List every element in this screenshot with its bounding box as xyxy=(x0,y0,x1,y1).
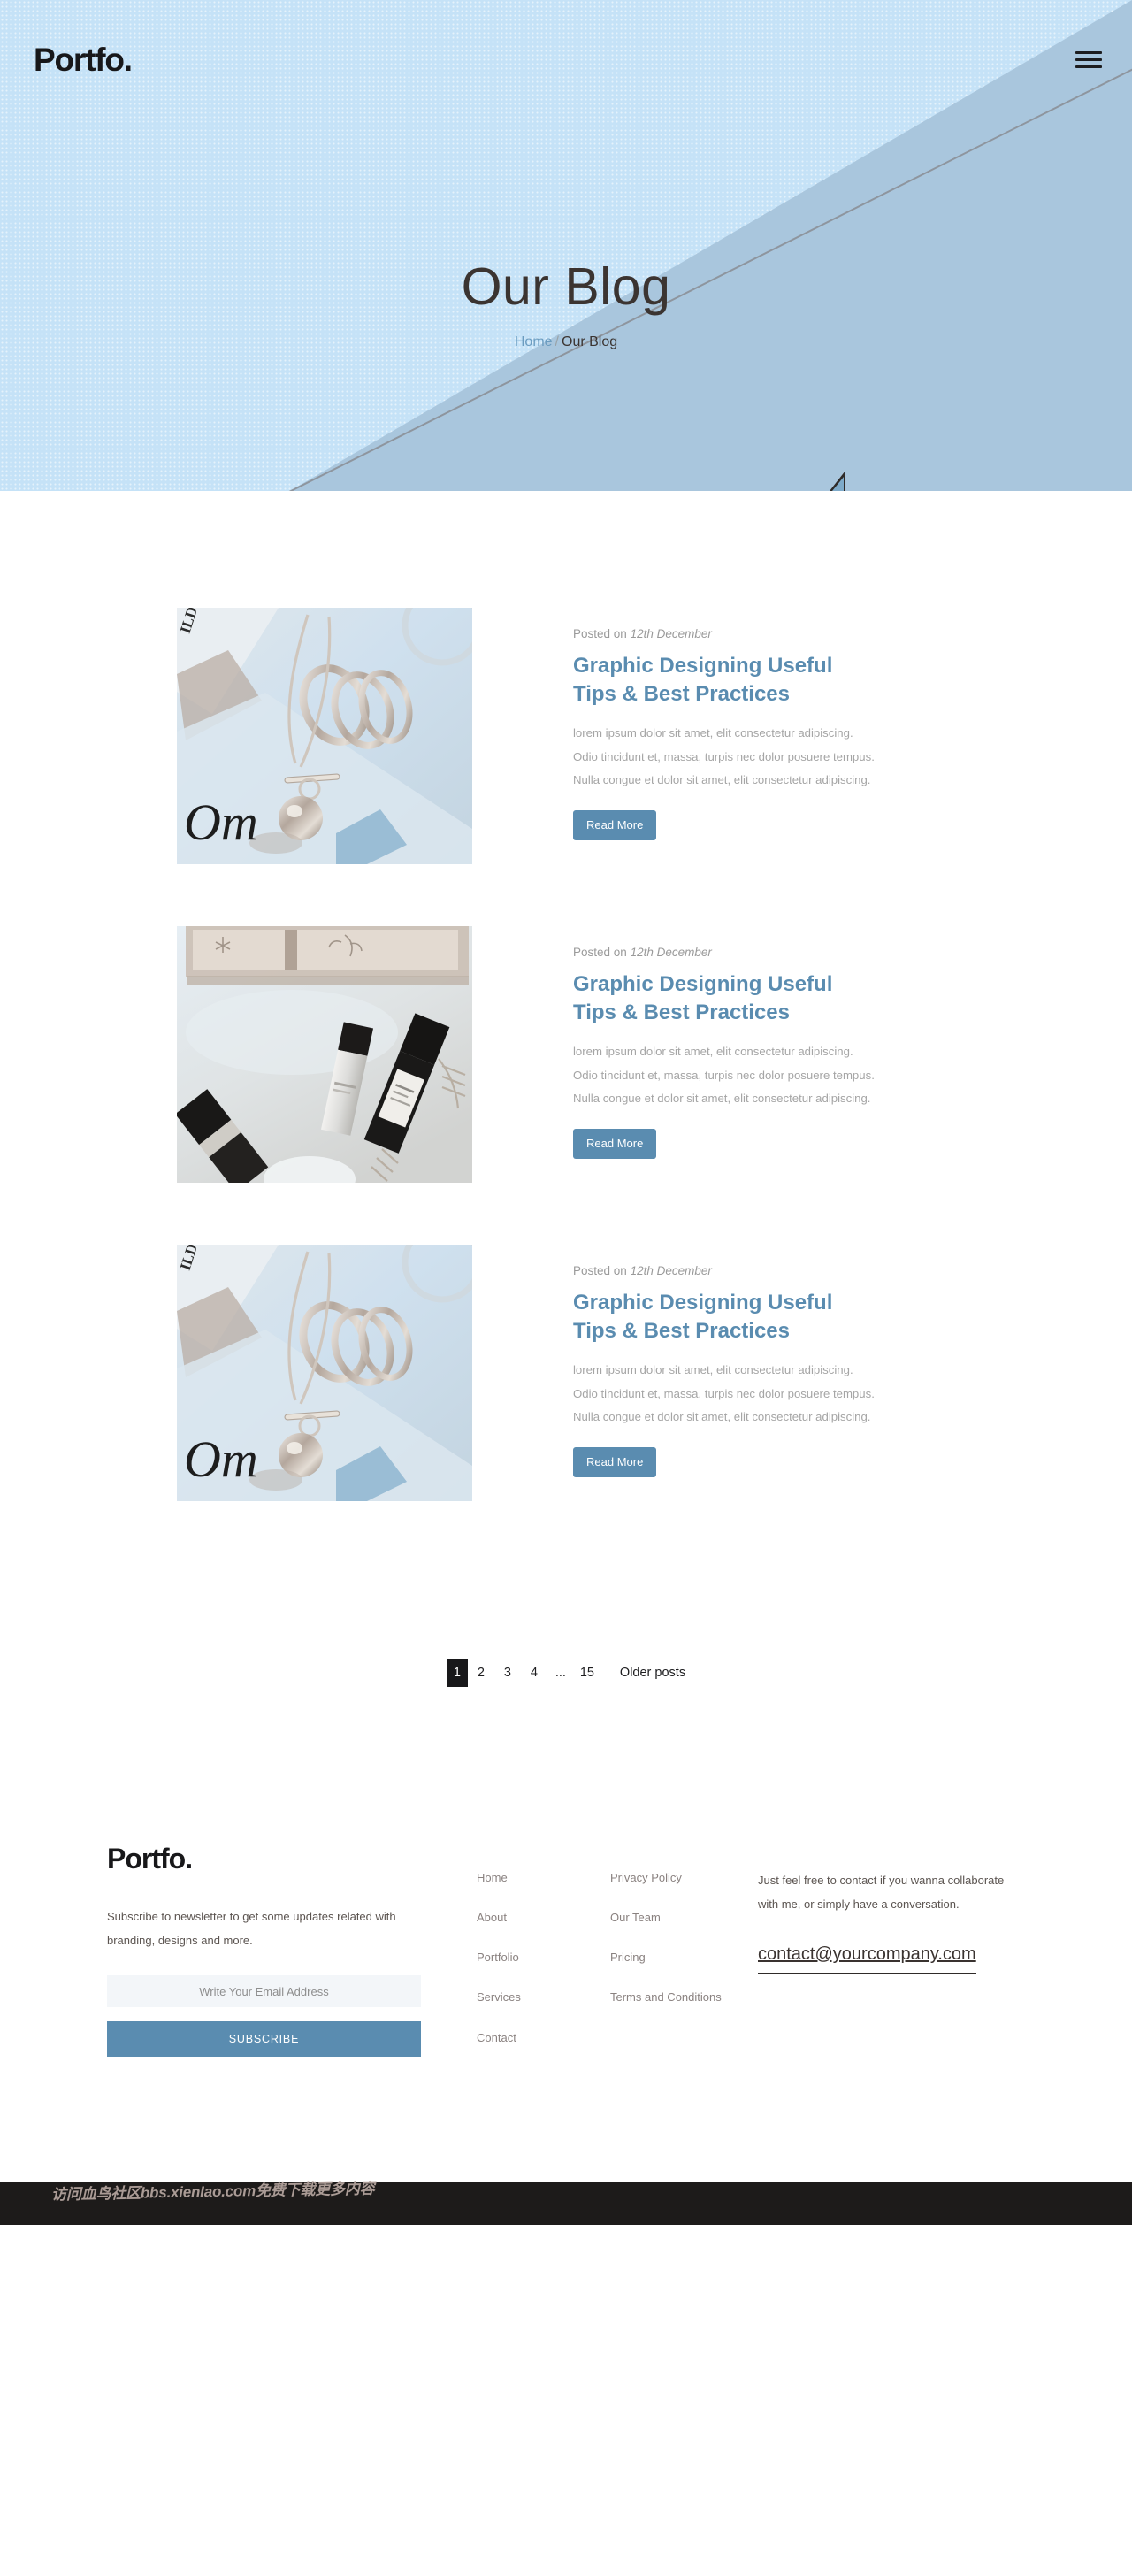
footer-link-terms-and-conditions[interactable]: Terms and Conditions xyxy=(610,1989,744,2006)
footer-contact-text: Just feel free to contact if you wanna c… xyxy=(758,1874,1005,1911)
cosmetics-photo xyxy=(177,926,472,1183)
footer-brand-column: Portfo. Subscribe to newsletter to get s… xyxy=(107,1843,421,2058)
hamburger-line-1 xyxy=(1075,51,1102,54)
pagination-page-4[interactable]: 4 xyxy=(521,1660,547,1686)
blog-post-content: Posted on 12th December Graphic Designin… xyxy=(472,926,879,1159)
blog-post-meta-prefix: Posted on xyxy=(573,946,627,959)
blog-post-thumbnail[interactable]: ILD Om xyxy=(177,608,472,864)
footer-link-contact[interactable]: Contact xyxy=(477,2029,589,2047)
blog-post-excerpt: lorem ipsum dolor sit amet, elit consect… xyxy=(573,726,875,787)
footer-link-about[interactable]: About xyxy=(477,1909,589,1927)
blog-post-excerpt: lorem ipsum dolor sit amet, elit consect… xyxy=(573,1045,875,1106)
read-more-button[interactable]: Read More xyxy=(573,1446,657,1477)
read-more-button[interactable]: Read More xyxy=(573,809,657,840)
footer: Portfo. Subscribe to newsletter to get s… xyxy=(0,1687,1132,2158)
footer-links-column-2: Privacy Policy Our Team Pricing Terms an… xyxy=(589,1843,744,2029)
hero-diagonal-shape xyxy=(289,0,1132,491)
site-logo[interactable]: Portfo. xyxy=(34,42,133,79)
breadcrumb-home-link[interactable]: Home xyxy=(515,334,553,349)
svg-text:Om: Om xyxy=(184,1430,258,1488)
footer-bottom-spacer xyxy=(0,2069,1132,2158)
breadcrumb-current: Our Blog xyxy=(562,334,618,349)
svg-text:Om: Om xyxy=(184,794,258,851)
footer-link-our-team[interactable]: Our Team xyxy=(610,1909,744,1927)
read-more-button[interactable]: Read More xyxy=(573,1128,657,1159)
blog-post-meta: Posted on 12th December xyxy=(573,627,879,640)
footer-contact-email[interactable]: contact@yourcompany.com xyxy=(758,1944,976,1975)
breadcrumb-separator: / xyxy=(555,334,559,349)
hero-arrow-inner-decoration xyxy=(832,477,844,491)
blog-post-date: 12th December xyxy=(630,627,712,640)
blog-post-meta-prefix: Posted on xyxy=(573,627,627,640)
blog-post-item: ILD Om Posted on 12th December Graphic D… xyxy=(62,608,1070,864)
pagination-older-posts-link[interactable]: Older posts xyxy=(620,1666,685,1680)
blog-post-thumbnail[interactable] xyxy=(177,926,472,1183)
blog-post-thumbnail[interactable]: ILD Om xyxy=(177,1245,472,1501)
footer-link-privacy-policy[interactable]: Privacy Policy xyxy=(610,1869,744,1887)
breadcrumb: Home / Our Blog xyxy=(0,334,1132,350)
blog-post-title[interactable]: Graphic Designing Useful Tips & Best Pra… xyxy=(573,970,838,1026)
newsletter-email-input[interactable] xyxy=(107,1975,421,2008)
blog-post-meta: Posted on 12th December xyxy=(573,946,879,959)
hamburger-line-2 xyxy=(1075,58,1102,61)
jewelry-photo: ILD Om xyxy=(177,1245,472,1501)
jewelry-photo: ILD Om xyxy=(177,608,472,864)
pagination-page-2[interactable]: 2 xyxy=(468,1660,494,1686)
hamburger-line-3 xyxy=(1075,65,1102,68)
footer-contact-column: Just feel free to contact if you wanna c… xyxy=(744,1843,1083,1975)
footer-link-services[interactable]: Services xyxy=(477,1989,589,2006)
subscribe-button[interactable]: SUBSCRIBE xyxy=(107,2021,421,2058)
blog-post-content: Posted on 12th December Graphic Designin… xyxy=(472,1245,879,1477)
footer-links-column-1: Home About Portfolio Services Contact xyxy=(421,1843,589,2069)
blog-post-item: ILD Om Posted on 12th December Graphic D… xyxy=(62,1245,1070,1501)
footer-logo[interactable]: Portfo. xyxy=(107,1843,421,1875)
blog-post-excerpt: lorem ipsum dolor sit amet, elit consect… xyxy=(573,1363,875,1424)
hero-banner: Portfo. Our Blog Home / Our Blog xyxy=(0,0,1132,491)
footer-link-portfolio[interactable]: Portfolio xyxy=(477,1949,589,1966)
page-title: Our Blog xyxy=(461,257,671,316)
hamburger-icon[interactable] xyxy=(1075,51,1102,68)
blog-post-date: 12th December xyxy=(630,1264,712,1277)
watermark-zone: 访问血鸟社区bbs.xienIao.com免费下载更多内容 xyxy=(0,2158,1132,2225)
blog-post-meta: Posted on 12th December xyxy=(573,1264,879,1277)
blog-post-title[interactable]: Graphic Designing Useful Tips & Best Pra… xyxy=(573,652,838,708)
pagination-ellipsis: ... xyxy=(555,1666,566,1680)
footer-link-home[interactable]: Home xyxy=(477,1869,589,1887)
pagination-page-3[interactable]: 3 xyxy=(494,1660,521,1686)
footer-description: Subscribe to newsletter to get some upda… xyxy=(107,1910,396,1947)
pagination-page-15[interactable]: 15 xyxy=(574,1660,600,1686)
blog-post-content: Posted on 12th December Graphic Designin… xyxy=(472,608,879,840)
pagination-page-1[interactable]: 1 xyxy=(446,1659,468,1687)
blog-post-date: 12th December xyxy=(630,946,712,959)
footer-link-pricing[interactable]: Pricing xyxy=(610,1949,744,1966)
blog-post-meta-prefix: Posted on xyxy=(573,1264,627,1277)
blog-list-section: ILD Om Posted on 12th December Graphic D… xyxy=(0,491,1132,1501)
blog-post-title[interactable]: Graphic Designing Useful Tips & Best Pra… xyxy=(573,1289,838,1345)
blog-post-item: Posted on 12th December Graphic Designin… xyxy=(62,926,1070,1183)
pagination: 1 2 3 4 ... 15 Older posts xyxy=(0,1563,1132,1687)
